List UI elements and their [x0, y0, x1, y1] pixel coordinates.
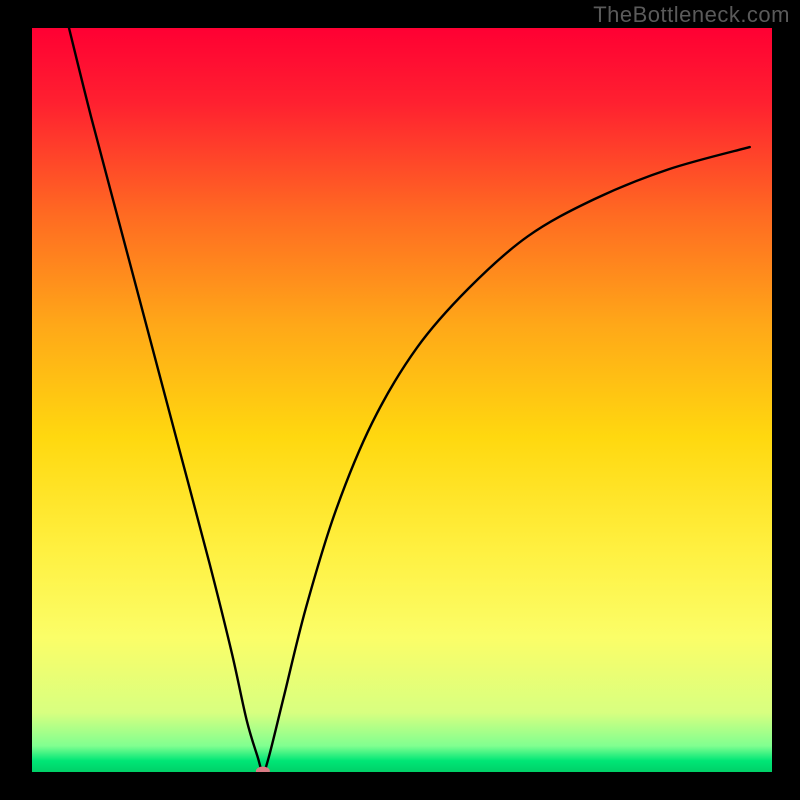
chart-frame: TheBottleneck.com — [0, 0, 800, 800]
watermark-text: TheBottleneck.com — [593, 2, 790, 28]
bottleneck-chart — [0, 0, 800, 800]
gradient-background — [32, 28, 772, 772]
minimum-marker — [256, 767, 270, 776]
